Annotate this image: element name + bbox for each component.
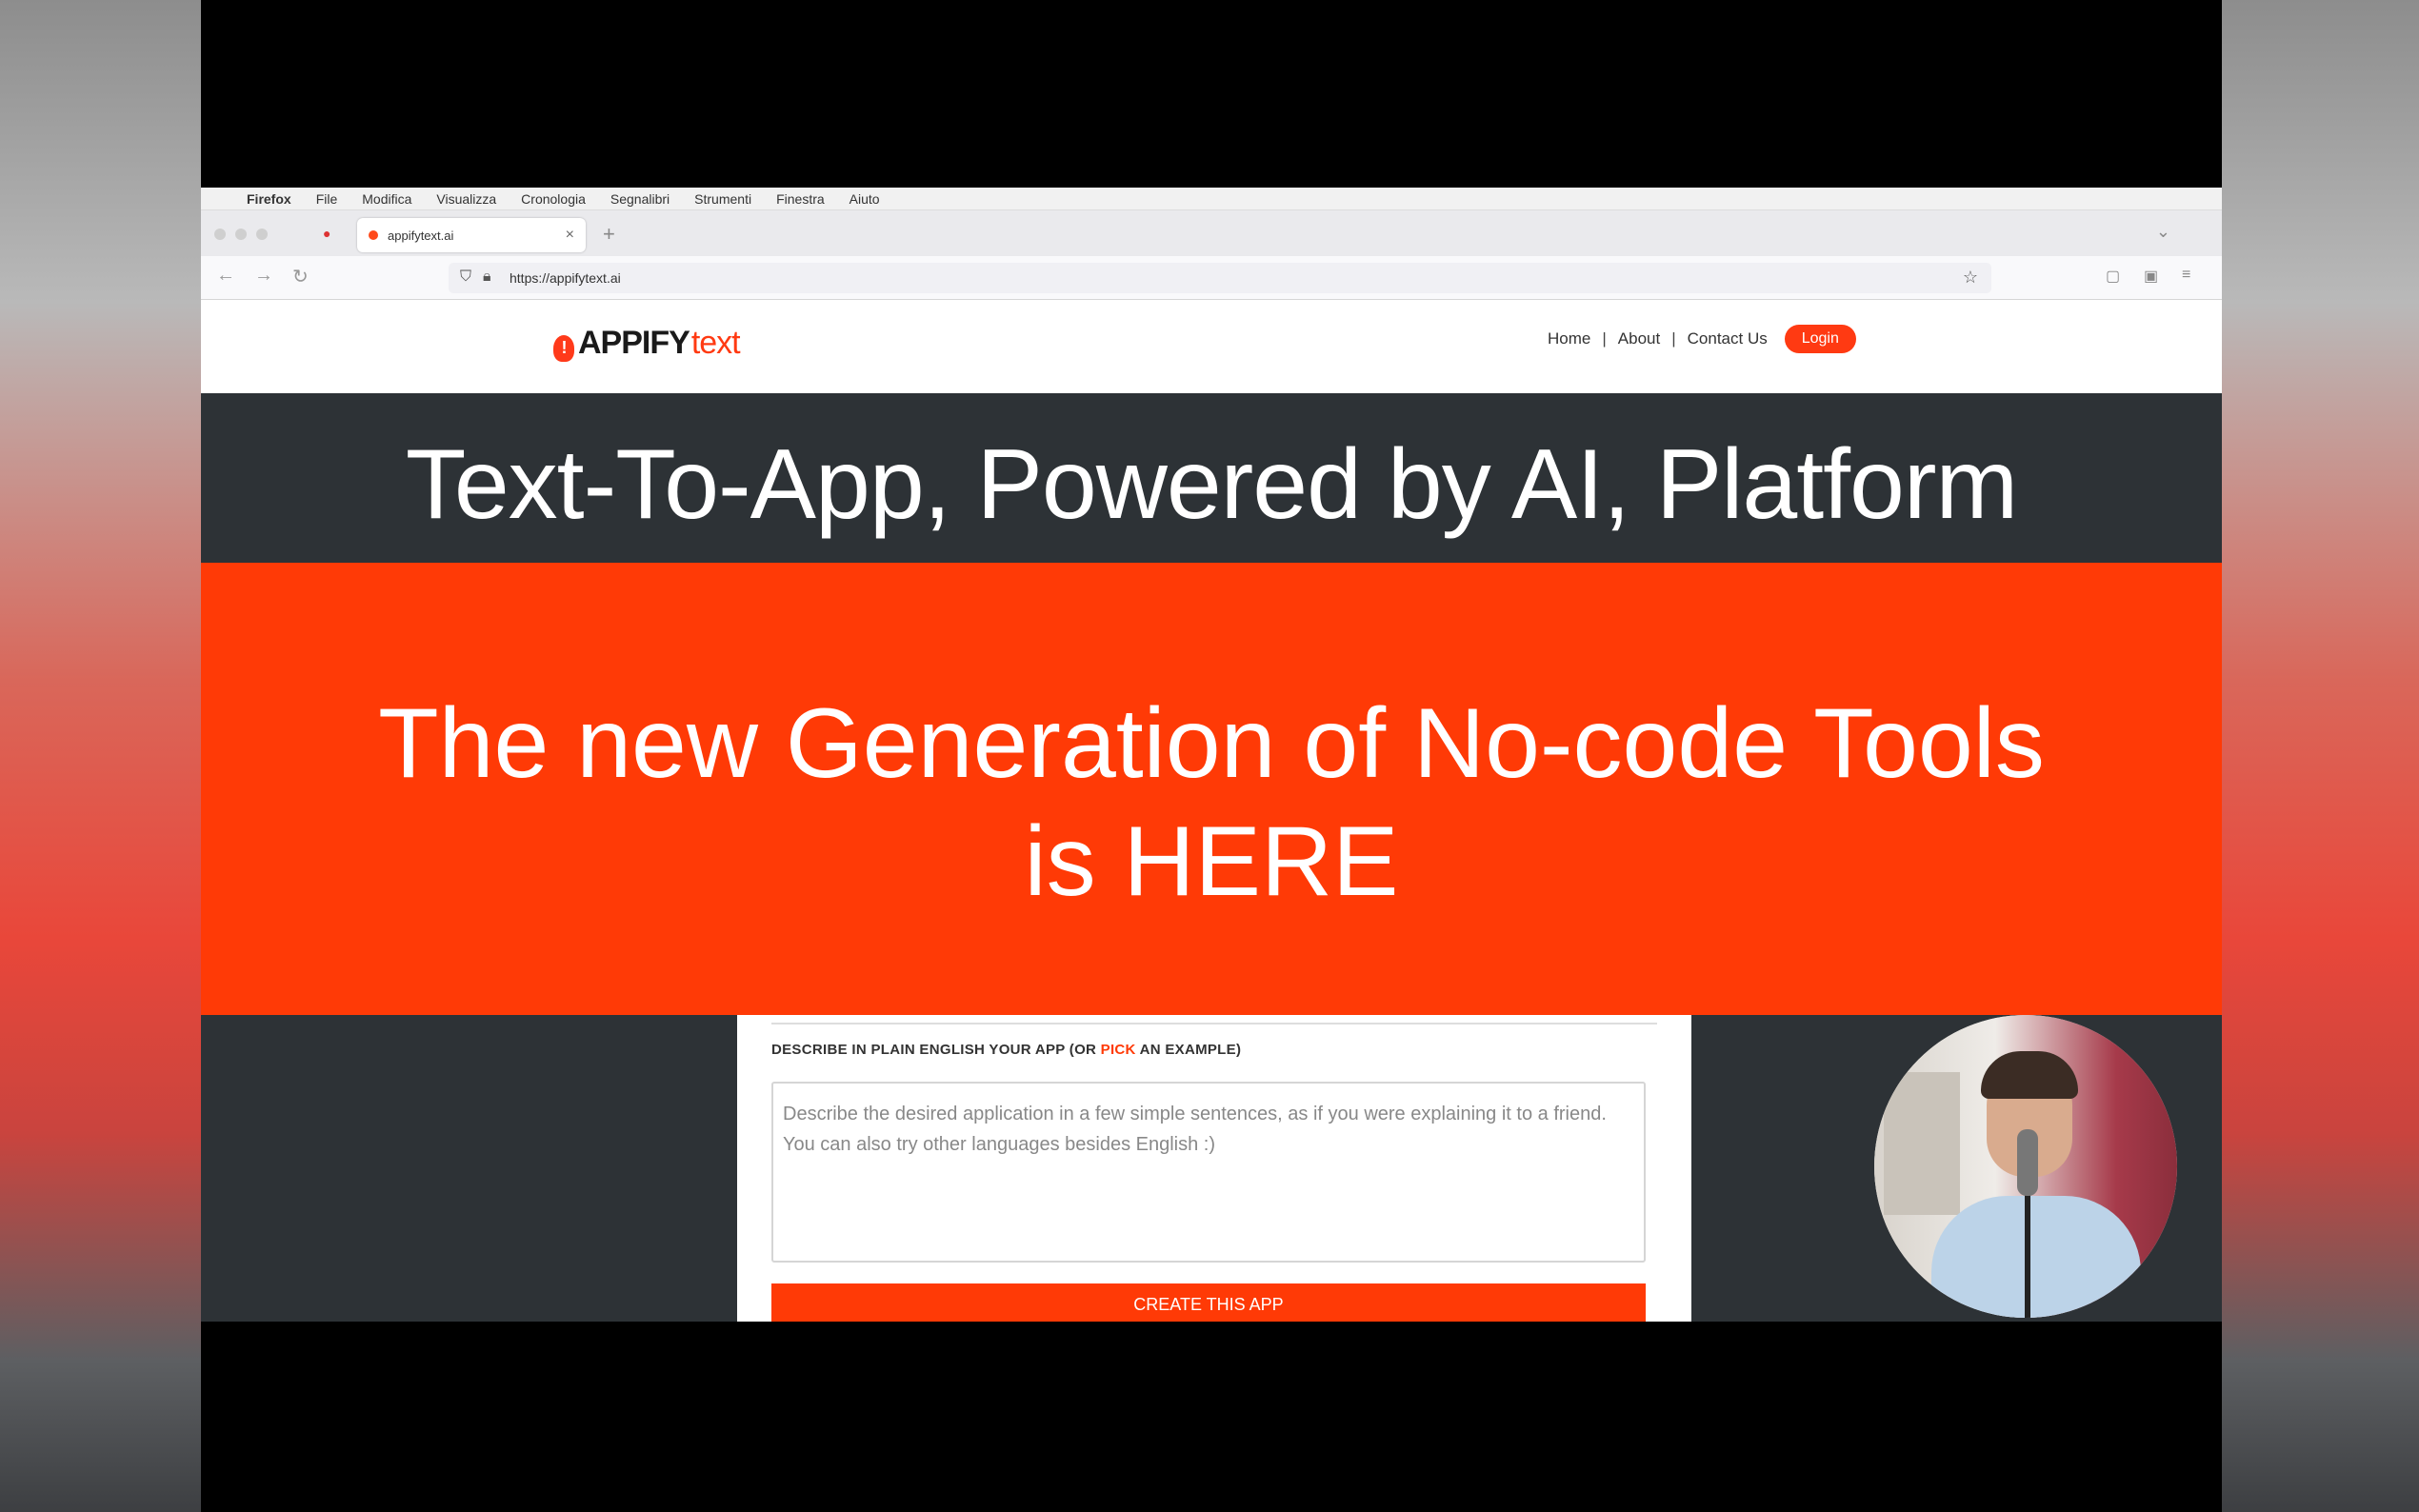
- login-button[interactable]: Login: [1784, 325, 1856, 353]
- hero-subtitle-line-2: is HERE: [1024, 806, 1399, 917]
- site-header: ! APPIFY text Home | About | Contact Us …: [201, 300, 2222, 393]
- nav-home-link[interactable]: Home: [1548, 329, 1590, 348]
- menu-item-strumenti[interactable]: Strumenti: [694, 191, 751, 207]
- webcam-shelf: [1884, 1072, 1960, 1215]
- label-text: DESCRIBE IN PLAIN ENGLISH YOUR APP (OR: [771, 1042, 1101, 1058]
- menu-item-modifica[interactable]: Modifica: [362, 191, 411, 207]
- shield-icon[interactable]: ⛉: [460, 269, 471, 286]
- menu-item-aiuto[interactable]: Aiuto: [850, 191, 880, 207]
- menu-item-firefox[interactable]: Firefox: [247, 191, 291, 207]
- close-tab-icon[interactable]: ×: [566, 227, 574, 244]
- logo-main: APPIFY: [578, 325, 690, 361]
- description-label: DESCRIBE IN PLAIN ENGLISH YOUR APP (OR P…: [771, 1042, 1241, 1058]
- webcam-overlay: [1874, 1015, 2177, 1318]
- nav-contact-link[interactable]: Contact Us: [1688, 329, 1768, 348]
- menu-item-visualizza[interactable]: Visualizza: [436, 191, 496, 207]
- menu-item-file[interactable]: File: [316, 191, 338, 207]
- bookmark-star-icon[interactable]: ☆: [1963, 268, 1978, 288]
- create-app-button[interactable]: CREATE THIS APP: [771, 1283, 1646, 1322]
- app-description-card: DESCRIBE IN PLAIN ENGLISH YOUR APP (OR P…: [737, 1015, 1691, 1322]
- left-blur-band: [0, 0, 201, 1512]
- pocket-icon[interactable]: ▢: [2106, 267, 2120, 286]
- card-divider: [771, 1023, 1657, 1025]
- favicon-icon: [369, 230, 378, 240]
- tab-list-icon[interactable]: ⌄: [2156, 222, 2170, 242]
- hero-subtitle-line-1: The new Generation of No-code Tools: [378, 688, 2045, 799]
- nav-separator: |: [1602, 329, 1607, 348]
- lock-icon[interactable]: 🔒︎: [483, 269, 491, 286]
- browser-tab-strip: ● appifytext.ai × + ⌄: [201, 210, 2222, 256]
- extensions-icon[interactable]: ▣: [2144, 267, 2158, 286]
- logo-mark-icon: !: [553, 335, 574, 362]
- hero-subtitle: The new Generation of No-code Tools is H…: [201, 685, 2222, 921]
- forward-arrow-icon[interactable]: →: [254, 265, 273, 287]
- hero-title-band: Text-To-App, Powered by AI, Platform: [201, 393, 2222, 563]
- back-arrow-icon[interactable]: ←: [216, 265, 235, 287]
- site-nav: Home | About | Contact Us Login: [1548, 325, 1856, 353]
- pick-example-link[interactable]: PICK: [1101, 1042, 1136, 1058]
- nav-separator: |: [1671, 329, 1676, 348]
- browser-tab-active[interactable]: appifytext.ai ×: [357, 218, 586, 252]
- nav-about-link[interactable]: About: [1618, 329, 1660, 348]
- right-blur-band: [2222, 0, 2419, 1512]
- appify-logo[interactable]: ! APPIFY text: [553, 325, 741, 362]
- presenter-body: [1931, 1196, 2141, 1318]
- reload-icon[interactable]: ↻: [292, 265, 309, 288]
- label-text-end: AN EXAMPLE): [1135, 1042, 1242, 1058]
- microphone-stand: [2025, 1186, 2030, 1318]
- tab-title: appifytext.ai: [388, 228, 454, 243]
- app-description-input[interactable]: [771, 1082, 1646, 1263]
- minimize-window-button[interactable]: [235, 229, 247, 240]
- new-tab-button[interactable]: +: [603, 222, 615, 247]
- menu-item-finestra[interactable]: Finestra: [776, 191, 825, 207]
- pinned-tab-icon[interactable]: ●: [323, 226, 338, 241]
- hero-title: Text-To-App, Powered by AI, Platform: [405, 429, 2018, 540]
- menu-item-segnalibri[interactable]: Segnalibri: [610, 191, 670, 207]
- menu-item-cronologia[interactable]: Cronologia: [521, 191, 586, 207]
- logo-text: text: [690, 325, 741, 361]
- menu-hamburger-icon[interactable]: ≡: [2182, 267, 2190, 284]
- window-controls: [214, 229, 268, 240]
- close-window-button[interactable]: [214, 229, 226, 240]
- maximize-window-button[interactable]: [256, 229, 268, 240]
- hero-subtitle-band: The new Generation of No-code Tools is H…: [201, 563, 2222, 1015]
- url-text[interactable]: https://appifytext.ai: [510, 270, 621, 286]
- microphone-icon: [2017, 1129, 2038, 1196]
- address-bar[interactable]: ⛉ 🔒︎ https://appifytext.ai ☆: [449, 263, 1991, 293]
- browser-toolbar: ← → ↻ ⛉ 🔒︎ https://appifytext.ai ☆ ▢ ▣ ≡: [201, 256, 2222, 300]
- mac-menu-bar: Firefox File Modifica Visualizza Cronolo…: [201, 188, 2222, 210]
